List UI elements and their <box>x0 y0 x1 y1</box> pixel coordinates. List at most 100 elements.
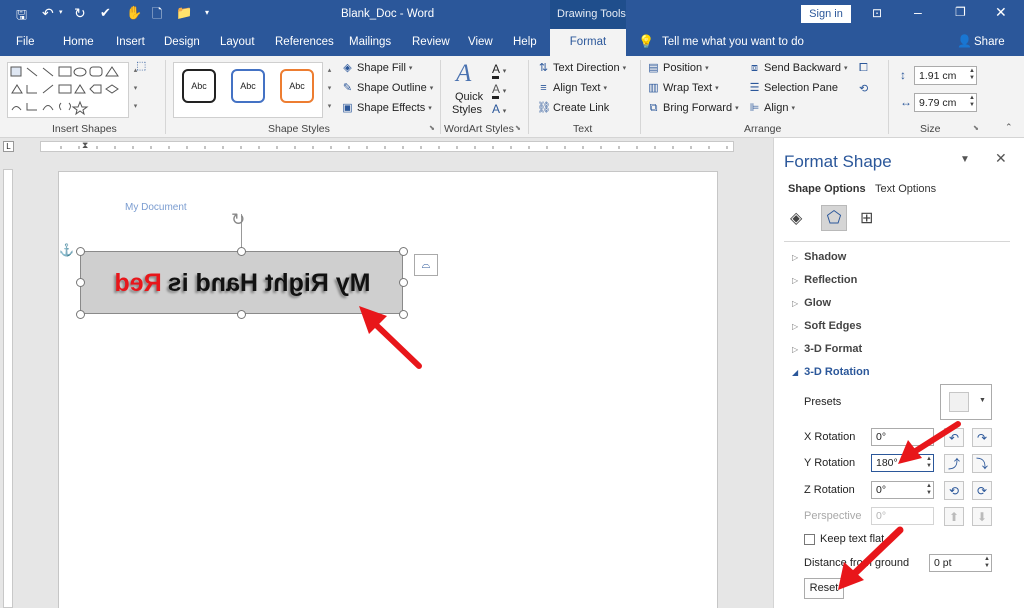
tab-references[interactable]: References <box>275 36 334 48</box>
align-text-button[interactable]: ≡ Align Text ▾ <box>537 82 607 94</box>
tab-shape-options[interactable]: Shape Options <box>788 183 866 195</box>
tab-text-options[interactable]: Text Options <box>875 183 936 195</box>
shape-outline-button[interactable]: ✎ Shape Outline ▾ <box>341 82 433 94</box>
z-rotation-input[interactable]: 0° ▲ ▼ <box>871 481 934 499</box>
shape-fill-button[interactable]: ◈ Shape Fill ▾ <box>341 62 412 74</box>
vertical-ruler[interactable] <box>0 154 16 608</box>
tab-view[interactable]: View <box>468 36 493 48</box>
tell-me-input[interactable]: Tell me what you want to do <box>662 36 804 48</box>
resize-handle-right[interactable] <box>399 278 408 287</box>
shapes-gallery[interactable] <box>7 62 129 118</box>
height-spinner[interactable]: ▲ ▼ <box>969 68 975 82</box>
group-objects-icon[interactable]: ⧠ <box>859 62 868 75</box>
pane-close-icon[interactable]: ✕ <box>995 150 1007 167</box>
tab-home[interactable]: Home <box>63 36 94 48</box>
section-glow[interactable]: ▷ Glow <box>792 297 831 309</box>
collapse-ribbon-icon[interactable]: ⌃ <box>1005 122 1013 133</box>
horizontal-ruler[interactable]: L ⧗ <box>0 138 773 154</box>
document-page[interactable]: My Document ⚓ ↻ My Right Hand is Red ⌓ <box>58 171 718 608</box>
tab-insert[interactable]: Insert <box>116 36 145 48</box>
distance-spinner[interactable]: ▲ ▼ <box>984 556 990 570</box>
x-rotate-right-icon[interactable]: ↷ <box>972 428 992 447</box>
indent-marker-icon[interactable]: ⧗ <box>82 140 88 151</box>
tab-design[interactable]: Design <box>164 36 200 48</box>
share-button[interactable]: Share <box>974 36 1005 48</box>
dialog-launcher-icon[interactable]: ⬊ <box>973 124 979 132</box>
fill-line-icon[interactable]: ◈ <box>790 208 802 228</box>
tab-file[interactable]: File <box>16 36 35 48</box>
shape-height-input[interactable]: 1.91 cm ▲ ▼ <box>914 66 977 85</box>
text-direction-button[interactable]: ⇅ Text Direction ▾ <box>537 62 626 74</box>
quick-styles-button[interactable]: A Quick Styles <box>448 60 490 120</box>
new-document-icon[interactable]: 🗋 <box>152 5 162 27</box>
open-folder-icon[interactable]: 📁 <box>176 5 192 21</box>
send-backward-button[interactable]: ⧈ Send Backward ▾ <box>748 62 848 74</box>
edit-shape-icon[interactable]: ⬚ <box>136 59 146 72</box>
shapes-gallery-icons[interactable] <box>8 63 130 119</box>
spelling-check-icon[interactable]: ✔ <box>100 5 111 21</box>
text-outline-icon[interactable]: A ▾ <box>492 82 506 99</box>
resize-handle-top-left[interactable] <box>76 247 85 256</box>
tab-mailings[interactable]: Mailings <box>349 36 391 48</box>
shape-style-orange[interactable]: Abc <box>280 69 314 103</box>
tab-layout[interactable]: Layout <box>220 36 255 48</box>
redo-icon[interactable]: ↻ <box>74 5 86 22</box>
resize-handle-bottom[interactable] <box>237 310 246 319</box>
align-button[interactable]: ⊫ Align ▾ <box>748 102 795 114</box>
restore-icon[interactable]: ❐ <box>955 5 966 19</box>
z-rotation-spinner[interactable]: ▲ ▼ <box>926 483 932 497</box>
close-window-icon[interactable]: ✕ <box>995 4 1007 21</box>
bring-forward-button[interactable]: ⧉ Bring Forward ▾ <box>647 102 739 114</box>
tab-help[interactable]: Help <box>513 36 537 48</box>
keep-text-flat-checkbox[interactable] <box>804 534 815 545</box>
person-icon[interactable]: 👤 <box>957 34 972 48</box>
y-rotate-down-icon[interactable]: ⤵ <box>972 454 992 473</box>
position-button[interactable]: ▤ Position ▾ <box>647 62 708 74</box>
text-effects-icon[interactable]: A ▾ <box>492 102 506 116</box>
wrap-text-button[interactable]: ▥ Wrap Text ▾ <box>647 82 718 94</box>
tab-review[interactable]: Review <box>412 36 450 48</box>
section-3d-format[interactable]: ▷ 3-D Format <box>792 343 862 355</box>
touch-mode-icon[interactable]: ✋ <box>126 5 142 21</box>
tab-selector-icon[interactable]: L <box>3 141 14 152</box>
rotate-objects-icon[interactable]: ⟲ <box>859 82 868 95</box>
shape-styles-scroll[interactable]: ▴ ▾ ▾ <box>325 62 334 118</box>
sign-in-button[interactable]: Sign in <box>801 5 851 23</box>
effects-icon[interactable]: ⬠ <box>821 205 847 231</box>
section-shadow[interactable]: ▷ Shadow <box>792 251 846 263</box>
save-icon[interactable]: 🖫 <box>16 6 27 28</box>
section-soft-edges[interactable]: ▷ Soft Edges <box>792 320 862 332</box>
ribbon-display-options-icon[interactable]: ⊡ <box>872 6 882 20</box>
selection-pane-button[interactable]: ☰ Selection Pane <box>748 82 838 94</box>
dialog-launcher-icon[interactable]: ⬊ <box>515 124 521 132</box>
section-3d-rotation[interactable]: ◢ 3-D Rotation <box>792 366 870 378</box>
resize-handle-top-right[interactable] <box>399 247 408 256</box>
presets-dropdown[interactable]: ▼ <box>940 384 992 420</box>
text-fill-icon[interactable]: A ▾ <box>492 62 506 79</box>
shape-style-blue[interactable]: Abc <box>231 69 265 103</box>
width-spinner[interactable]: ▲ ▼ <box>969 95 975 109</box>
z-rotate-left-icon[interactable]: ⟲ <box>944 481 964 500</box>
resize-handle-left[interactable] <box>76 278 85 287</box>
create-link-button[interactable]: ⛓ Create Link <box>537 102 609 114</box>
size-properties-icon[interactable]: ⊞ <box>860 208 873 228</box>
dialog-launcher-icon[interactable]: ⬊ <box>429 124 435 132</box>
minimize-icon[interactable]: – <box>914 4 922 20</box>
layout-options-icon[interactable]: ⌓ <box>414 254 438 276</box>
customize-toolbar-icon[interactable]: ▾ <box>205 8 209 17</box>
resize-handle-bottom-left[interactable] <box>76 310 85 319</box>
distance-from-ground-input[interactable]: 0 pt ▲ ▼ <box>929 554 992 572</box>
shape-effects-button[interactable]: ▣ Shape Effects ▾ <box>341 102 432 114</box>
shape-style-dark[interactable]: Abc <box>182 69 216 103</box>
resize-handle-top[interactable] <box>237 247 246 256</box>
shape-width-input[interactable]: 9.79 cm ▲ ▼ <box>914 93 977 112</box>
section-reflection[interactable]: ▷ Reflection <box>792 274 857 286</box>
document-header-text[interactable]: My Document <box>125 202 187 213</box>
z-rotate-right-icon[interactable]: ⟳ <box>972 481 992 500</box>
undo-dropdown-icon[interactable]: ▾ <box>59 8 63 16</box>
undo-icon[interactable]: ↶ <box>42 5 54 22</box>
document-area[interactable]: My Document ⚓ ↻ My Right Hand is Red ⌓ <box>16 154 773 608</box>
tab-format[interactable]: Format <box>550 29 626 56</box>
rotation-handle-icon[interactable]: ↻ <box>231 210 245 230</box>
pane-options-chevron-icon[interactable]: ▼ <box>960 154 970 165</box>
